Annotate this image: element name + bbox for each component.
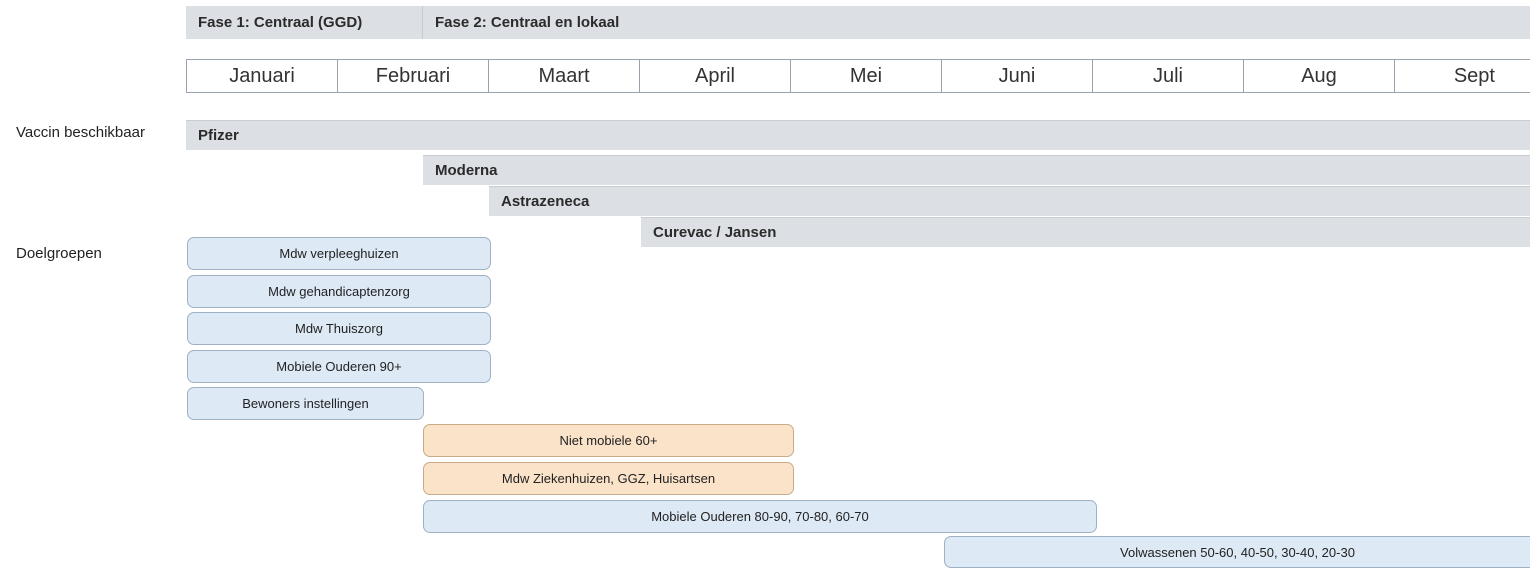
vaccine-bar-pfizer: Pfizer	[186, 120, 1530, 150]
month-juni: Juni	[942, 60, 1093, 92]
month-aug: Aug	[1244, 60, 1395, 92]
month-april: April	[640, 60, 791, 92]
row-label-vaccines: Vaccin beschikbaar	[16, 124, 145, 141]
group-label: Mdw gehandicaptenzorg	[268, 284, 410, 299]
group-label: Mdw Ziekenhuizen, GGZ, Huisartsen	[501, 471, 716, 486]
month-februari: Februari	[338, 60, 489, 92]
group-bar: Mdw gehandicaptenzorg	[187, 275, 491, 308]
group-label: Volwassenen 50-60, 40-50, 30-40, 20-30	[1120, 545, 1355, 560]
group-label: Mobiele Ouderen 80-90, 70-80, 60-70	[651, 509, 869, 524]
vaccine-name: Moderna	[435, 162, 498, 179]
row-label-groups: Doelgroepen	[16, 245, 102, 262]
month-mei: Mei	[791, 60, 942, 92]
vaccine-name: Astrazeneca	[501, 193, 590, 210]
month-juli: Juli	[1093, 60, 1244, 92]
month-sept: Sept	[1453, 65, 1495, 87]
group-bar: Volwassenen 50-60, 40-50, 30-40, 20-30	[944, 536, 1530, 568]
month-januari: Januari	[187, 60, 338, 92]
vaccine-name: Curevac / Jansen	[653, 224, 777, 241]
group-label: Mobiele Ouderen 90+	[276, 359, 402, 374]
vaccine-bar-astrazeneca: Astrazeneca	[489, 186, 1530, 216]
group-bar: Mobiele Ouderen 90+	[187, 350, 491, 383]
group-label: Niet mobiele 60+	[559, 433, 658, 448]
month-timeline: Januari Februari Maart April Mei Juni Ju…	[186, 59, 1530, 93]
group-bar: Mdw Thuiszorg	[187, 312, 491, 345]
phase-1-label: Fase 1: Centraal (GGD)	[198, 14, 363, 31]
group-bar: Bewoners instellingen	[187, 387, 424, 420]
vaccine-bar-curevac-jansen: Curevac / Jansen	[641, 217, 1530, 247]
group-label: Mdw verpleeghuizen	[279, 246, 399, 261]
phase-2-label: Fase 2: Centraal en lokaal	[435, 14, 620, 31]
phase-2-bar: Fase 2: Centraal en lokaal	[423, 6, 1530, 39]
group-label: Bewoners instellingen	[242, 396, 369, 411]
group-bar: Mdw verpleeghuizen	[187, 237, 491, 270]
group-label: Mdw Thuiszorg	[295, 321, 383, 336]
month-maart: Maart	[489, 60, 640, 92]
phase-1-bar: Fase 1: Centraal (GGD)	[186, 6, 423, 39]
group-bar: Mobiele Ouderen 80-90, 70-80, 60-70	[423, 500, 1097, 533]
vaccine-bar-moderna: Moderna	[423, 155, 1530, 185]
vaccine-name: Pfizer	[198, 127, 239, 144]
group-bar: Niet mobiele 60+	[423, 424, 794, 457]
group-bar: Mdw Ziekenhuizen, GGZ, Huisartsen	[423, 462, 794, 495]
